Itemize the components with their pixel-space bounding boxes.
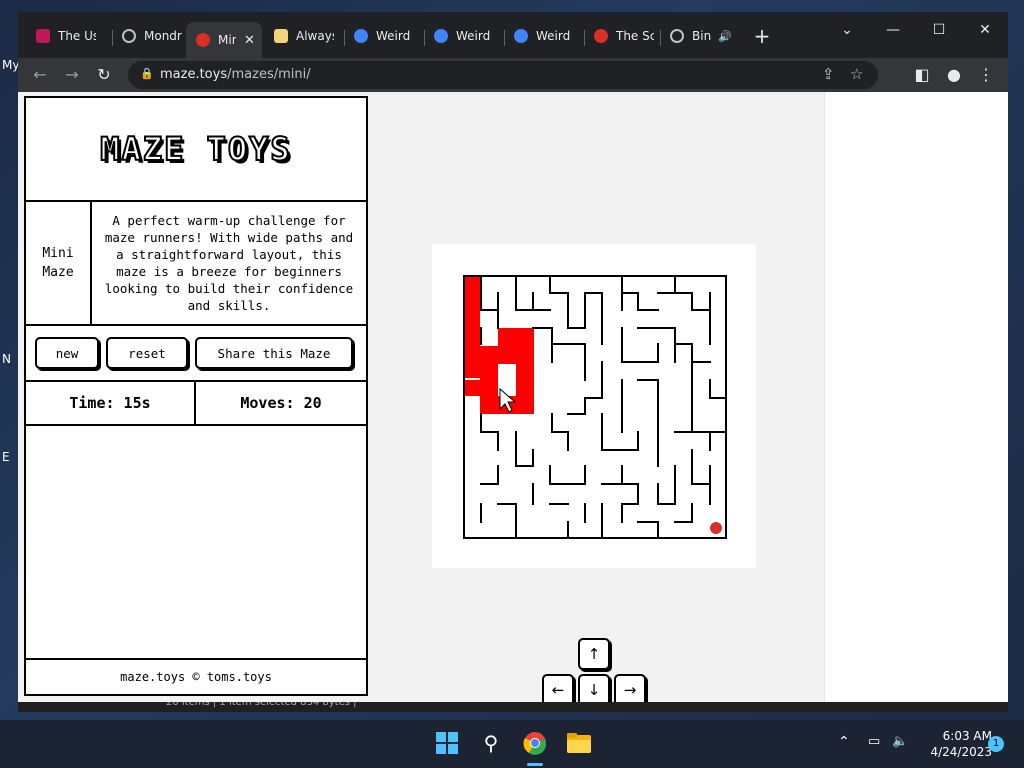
volume-icon[interactable]: 🔈: [892, 734, 908, 749]
menu-icon[interactable]: ⋮: [974, 63, 998, 87]
footer: maze.toys © toms.toys: [120, 670, 272, 684]
panel-space: [26, 426, 366, 660]
globe-icon: [122, 29, 136, 43]
back-button[interactable]: ←: [28, 63, 52, 87]
arrow-left-button[interactable]: ←: [542, 674, 574, 702]
tab[interactable]: Weird or Confusing: [424, 22, 504, 50]
maze-info: Mini Maze A perfect warm-up challenge fo…: [26, 202, 366, 326]
maze-description: A perfect warm-up challenge for maze run…: [104, 213, 354, 313]
maze-svg[interactable]: [432, 244, 756, 568]
notification-badge[interactable]: 1: [988, 736, 1004, 752]
desktop-label: My: [2, 58, 20, 72]
people-icon: [514, 29, 528, 43]
share-icon[interactable]: ⇪: [822, 65, 835, 83]
arrow-right-button[interactable]: →: [614, 674, 646, 702]
windows-start-icon[interactable]: [432, 728, 462, 758]
browser-window: The Useless Web Mondrian Mini Maze ✕ Alw…: [18, 12, 1008, 702]
address-bar[interactable]: 🔒 maze.toys/mazes/mini/ ⇪ ☆: [128, 61, 878, 89]
reload-button[interactable]: ↻: [92, 63, 116, 87]
tomato-icon: [196, 33, 210, 47]
network-icon[interactable]: ▭: [868, 734, 880, 749]
clock[interactable]: 6:03 AM 4/24/2023: [920, 728, 992, 760]
taskbar: ⚲ ⌃ ▭ 🔈 6:03 AM 4/24/2023: [0, 720, 1024, 768]
maze-board[interactable]: [432, 244, 756, 568]
minimize-button[interactable]: —: [870, 16, 916, 44]
tab[interactable]: Weird or Confusing: [344, 22, 424, 50]
new-button[interactable]: new: [35, 337, 99, 369]
arrow-down-button[interactable]: ↓: [578, 674, 610, 702]
globe-icon: [670, 29, 684, 43]
desktop-label: N: [2, 352, 11, 366]
page-right-area: [824, 92, 1008, 702]
new-tab-button[interactable]: +: [752, 24, 772, 48]
speaker-icon[interactable]: 🔊: [718, 30, 732, 43]
close-icon[interactable]: ✕: [244, 33, 255, 48]
tab[interactable]: Always: [264, 22, 342, 50]
tab-active[interactable]: Mini Maze ✕: [186, 22, 262, 58]
maze-name: Mini Maze: [26, 202, 92, 324]
red-square-icon: [36, 29, 50, 43]
people-icon: [354, 29, 368, 43]
tab[interactable]: The Scale: [584, 22, 660, 50]
arrow-up-button[interactable]: ↑: [578, 638, 610, 670]
close-window-button[interactable]: ✕: [962, 16, 1008, 44]
star-icon[interactable]: ☆: [850, 65, 863, 83]
side-panel-icon[interactable]: ◧: [910, 63, 934, 87]
web-page: MAZE TOYS Mini Maze A perfect warm-up ch…: [18, 92, 1008, 702]
share-button[interactable]: Share this Maze: [195, 337, 353, 369]
stats-row: Time: 15s Moves: 20: [26, 382, 366, 426]
tab-strip: The Useless Web Mondrian Mini Maze ✕ Alw…: [18, 12, 1008, 58]
notepad-icon: [274, 29, 288, 43]
maze-panel: MAZE TOYS Mini Maze A perfect warm-up ch…: [24, 96, 368, 696]
profile-icon[interactable]: ●: [942, 63, 966, 87]
tomato-goal-icon: [710, 522, 722, 534]
chrome-icon[interactable]: [520, 728, 550, 758]
browser-toolbar: ← → ↻ 🔒 maze.toys/mazes/mini/ ⇪ ☆ ◧ ● ⋮: [18, 58, 1008, 92]
chevron-up-icon[interactable]: ⌃: [838, 734, 850, 750]
tab[interactable]: Binary 🔊: [660, 22, 740, 50]
tab[interactable]: Weird or Confusing: [504, 22, 584, 50]
desktop-label: E: [2, 450, 10, 464]
active-app-indicator: [527, 763, 543, 766]
button-row: new reset Share this Maze: [26, 326, 366, 382]
url-text[interactable]: maze.toys/mazes/mini/: [160, 67, 311, 82]
tab-search-icon[interactable]: ⌄: [824, 16, 870, 44]
reset-button[interactable]: reset: [106, 337, 188, 369]
search-icon[interactable]: ⚲: [476, 728, 506, 758]
logo[interactable]: MAZE TOYS: [26, 98, 366, 202]
tab[interactable]: Mondrian: [112, 22, 186, 50]
maximize-button[interactable]: ☐: [916, 16, 962, 44]
tab[interactable]: The Useless Web: [26, 22, 112, 50]
people-icon: [434, 29, 448, 43]
lock-icon: 🔒: [140, 67, 154, 80]
file-explorer-icon[interactable]: [564, 728, 594, 758]
timer: Time: 15s: [26, 382, 196, 424]
move-counter: Moves: 20: [240, 394, 322, 412]
tomato-icon: [594, 29, 608, 43]
forward-button[interactable]: →: [60, 63, 84, 87]
